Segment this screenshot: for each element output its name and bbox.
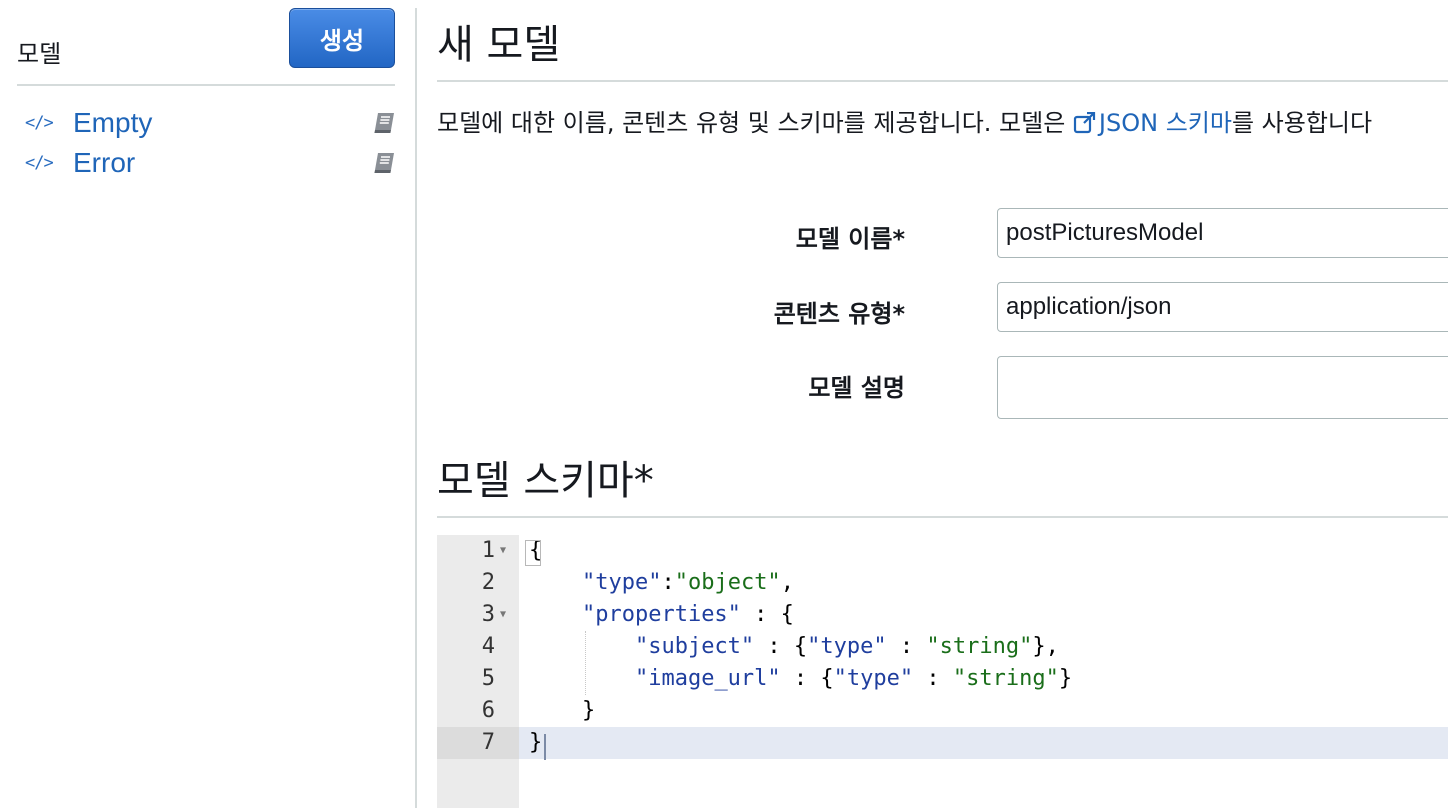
code-line: 6 } [437, 695, 1448, 727]
schema-code-editor[interactable]: 1 ▼ { 2 "type":"object", 3 ▼ "properties… [437, 535, 1448, 808]
line-number: 4 [481, 634, 495, 659]
json-key: "type" [581, 570, 662, 595]
fold-toggle-icon[interactable]: ▼ [500, 599, 506, 631]
json-key: "type" [833, 666, 914, 691]
code-text: "properties" : { [581, 602, 794, 627]
json-schema-link[interactable]: JSON 스키마 [1073, 109, 1232, 137]
code-line: 4 "subject" : {"type" : "string"}, [437, 631, 1448, 663]
line-number: 6 [481, 698, 495, 723]
model-item-empty[interactable]: </> Empty [25, 103, 397, 143]
model-description-input[interactable] [997, 356, 1448, 419]
title-divider [437, 80, 1448, 82]
text-cursor [544, 734, 546, 760]
code-line: 2 "type":"object", [437, 567, 1448, 599]
line-number: 1 [481, 538, 495, 563]
sidebar-title: 모델 [17, 40, 62, 68]
json-string: "object" [674, 570, 781, 595]
json-schema-link-text: JSON 스키마 [1098, 109, 1232, 137]
code-text: } [529, 730, 543, 755]
json-key: "properties" [581, 602, 741, 627]
code-text: "image_url" : {"type" : "string"} [634, 666, 1073, 691]
create-model-button[interactable]: 생성 [289, 8, 395, 68]
sidebar-header: 모델 생성 [17, 8, 395, 86]
page-title: 새 모델 [437, 22, 561, 68]
external-link-icon [1073, 112, 1096, 134]
code-text: "subject" : {"type" : "string"}, [634, 634, 1059, 659]
description-suffix: 를 사용합니다 [1231, 109, 1373, 137]
code-line: 3 ▼ "properties" : { [437, 599, 1448, 631]
code-line: 5 "image_url" : {"type" : "string"} [437, 663, 1448, 695]
line-number: 3 [481, 602, 495, 627]
schema-section-title: 모델 스키마* [437, 458, 654, 504]
models-sidebar: 모델 생성 </> Empty </> Error [0, 0, 415, 808]
model-name-link[interactable]: Error [73, 147, 135, 179]
api-gateway-models-page: 모델 생성 </> Empty </> Error 새 모델 모델에 대한 이름… [0, 0, 1448, 808]
description-text: 모델에 대한 이름, 콘텐츠 유형 및 스키마를 제공합니다. 모델은 [437, 109, 1073, 137]
line-number: 5 [481, 666, 495, 691]
model-list: </> Empty </> Error [25, 103, 397, 183]
book-icon[interactable] [371, 151, 397, 175]
json-string: "string" [952, 666, 1059, 691]
model-description-label: 모델 설명 [808, 374, 905, 402]
sidebar-divider [415, 8, 417, 808]
model-name-input[interactable] [997, 208, 1448, 258]
code-line-active: 7 } [437, 727, 1448, 759]
json-key: "subject" [634, 634, 755, 659]
code-line: 1 ▼ { [437, 535, 1448, 567]
code-text: } [529, 698, 596, 723]
page-description: 모델에 대한 이름, 콘텐츠 유형 및 스키마를 제공합니다. 모델은 JSON… [437, 103, 1372, 138]
json-string: "string" [926, 634, 1033, 659]
line-number: 7 [437, 727, 519, 759]
json-key: "type" [807, 634, 887, 659]
json-key: "image_url" [634, 666, 781, 691]
model-name-label: 모델 이름* [795, 225, 905, 253]
content-type-label: 콘텐츠 유형* [773, 300, 905, 328]
fold-toggle-icon[interactable]: ▼ [500, 535, 506, 567]
schema-divider [437, 516, 1448, 518]
model-item-error[interactable]: </> Error [25, 143, 397, 183]
new-model-panel: 새 모델 모델에 대한 이름, 콘텐츠 유형 및 스키마를 제공합니다. 모델은… [437, 0, 1448, 808]
model-name-link[interactable]: Empty [73, 107, 152, 139]
content-type-input[interactable] [997, 282, 1448, 332]
line-number: 2 [481, 570, 495, 595]
code-text: "type":"object", [581, 570, 794, 595]
code-icon: </> [25, 113, 54, 133]
bracket-match-highlight [525, 540, 541, 566]
book-icon[interactable] [371, 111, 397, 135]
code-icon: </> [25, 153, 54, 173]
indent-guide [585, 631, 586, 695]
